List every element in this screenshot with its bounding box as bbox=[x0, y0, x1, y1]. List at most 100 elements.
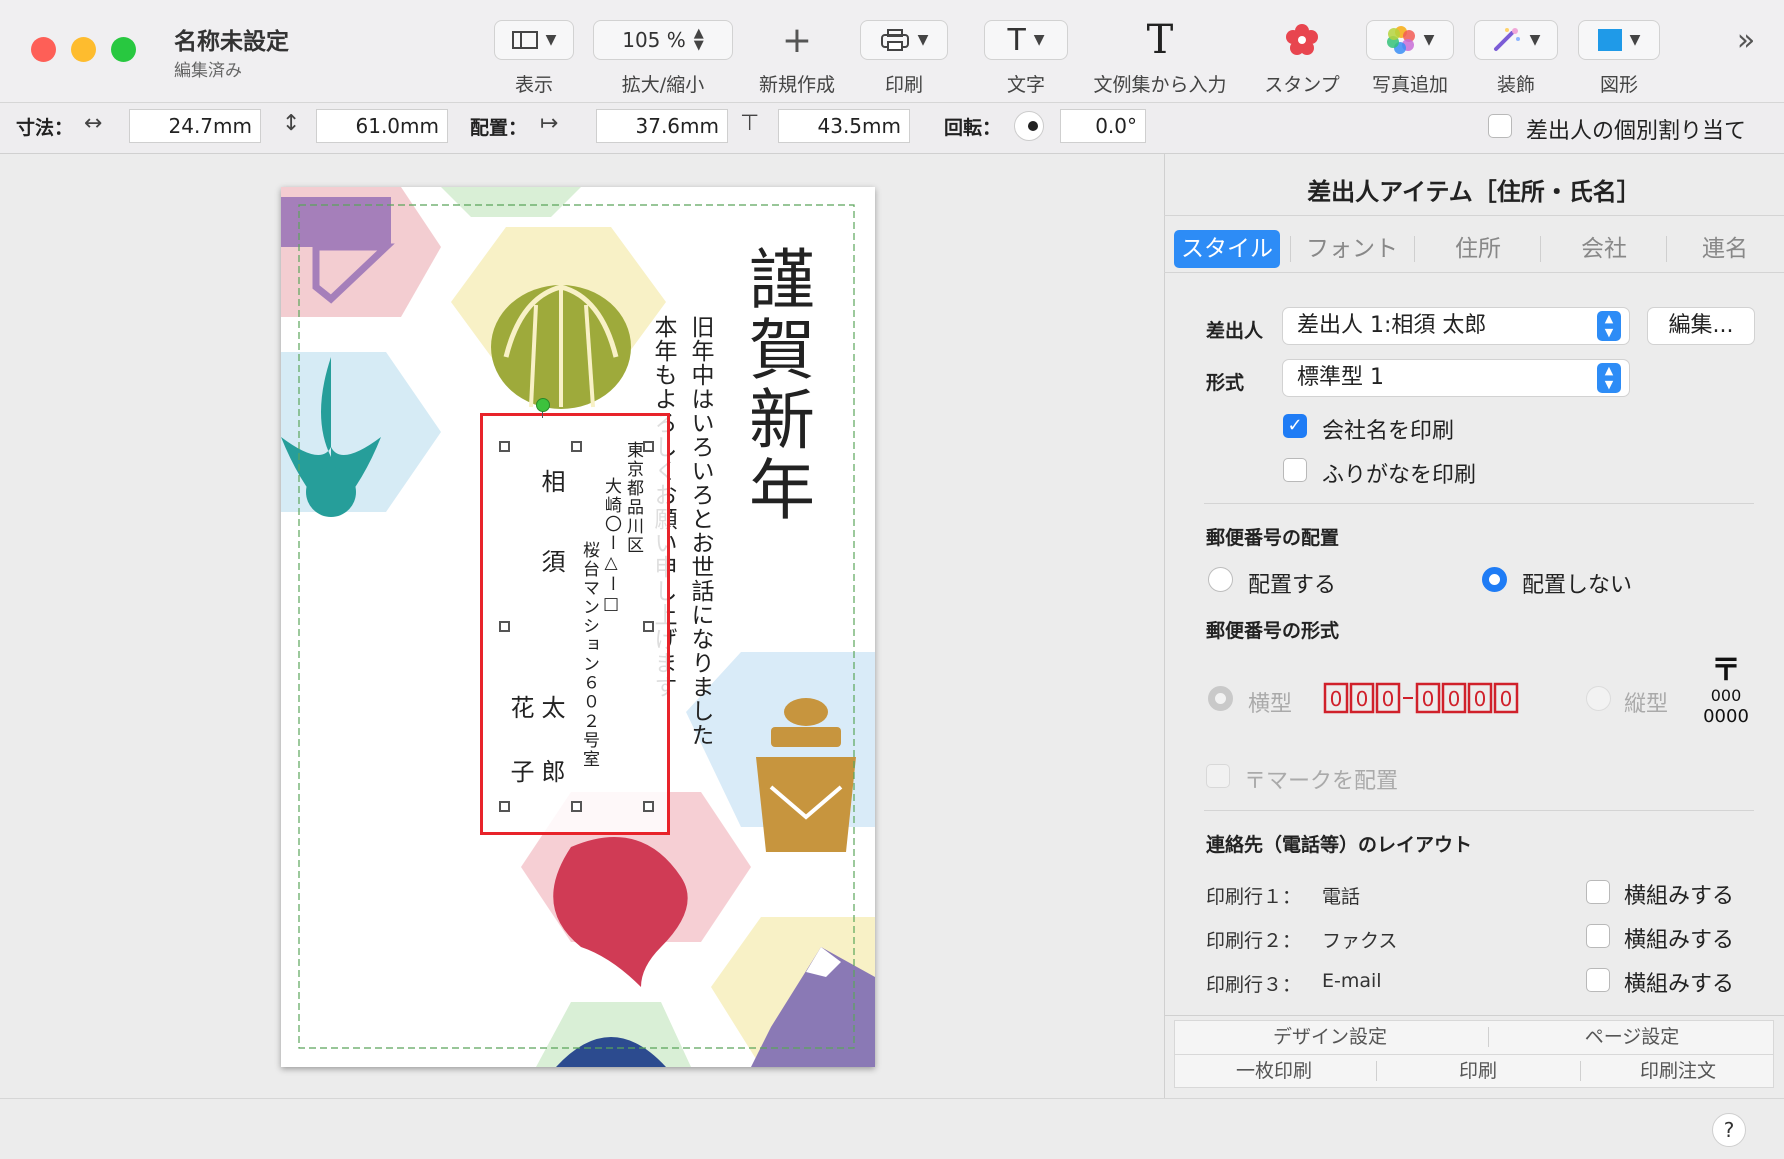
svg-text:0: 0 bbox=[1474, 687, 1487, 711]
pos-y-field[interactable]: 43.5mm bbox=[778, 109, 910, 143]
select-stepper-icon: ▲ ▼ bbox=[1597, 311, 1621, 341]
resize-handle-tr[interactable] bbox=[643, 441, 654, 452]
tab-address[interactable]: 住所 bbox=[1420, 230, 1536, 268]
print-row-3-checkbox[interactable] bbox=[1586, 968, 1610, 992]
divider bbox=[1164, 272, 1784, 273]
chevron-down-icon: ▼ bbox=[917, 32, 929, 48]
format-select[interactable]: 標準型 1 ▲ ▼ bbox=[1282, 359, 1630, 397]
contact-heading: 連絡先（電話等）のレイアウト bbox=[1206, 834, 1473, 856]
rotation-label: 回転： bbox=[944, 117, 1002, 139]
text-button[interactable]: T ▼ bbox=[984, 20, 1068, 60]
knob-dot-icon bbox=[1028, 121, 1038, 131]
svg-text:0: 0 bbox=[1422, 687, 1435, 711]
stamp-button[interactable] bbox=[1262, 20, 1342, 60]
stamp-label: スタンプ bbox=[1264, 74, 1340, 96]
print-furigana-checkbox[interactable] bbox=[1283, 458, 1307, 482]
print-row-1-checkbox[interactable] bbox=[1586, 880, 1610, 904]
resize-handle-br[interactable] bbox=[643, 801, 654, 812]
divider bbox=[1164, 1015, 1784, 1016]
divider bbox=[1164, 215, 1784, 216]
status-bar bbox=[0, 1098, 1784, 1159]
print-row-2-value: ファクス bbox=[1322, 930, 1398, 952]
horizontal-postal-sample-icon: 000 0000 bbox=[1323, 682, 1519, 714]
place-radio[interactable] bbox=[1208, 567, 1233, 592]
print-button[interactable]: ▼ bbox=[860, 20, 948, 60]
position-label: 配置： bbox=[470, 117, 528, 139]
plus-icon[interactable]: + bbox=[755, 20, 839, 61]
resize-handle-tc[interactable] bbox=[571, 441, 582, 452]
rotation-field[interactable]: 0.0° bbox=[1060, 109, 1146, 143]
print-order-button[interactable]: 印刷注文 bbox=[1582, 1056, 1774, 1086]
close-button[interactable] bbox=[31, 37, 56, 62]
print-all-button[interactable]: 印刷 bbox=[1378, 1056, 1578, 1086]
print-row-3-label: 印刷行３： bbox=[1206, 974, 1302, 996]
design-settings-button[interactable]: デザイン設定 bbox=[1174, 1022, 1486, 1052]
greeting-title[interactable]: 謹賀新年 bbox=[728, 245, 824, 525]
rotation-handle[interactable] bbox=[536, 398, 550, 412]
photo-button[interactable]: ▼ bbox=[1366, 20, 1454, 60]
resize-handle-tl[interactable] bbox=[499, 441, 510, 452]
resize-handle-bl[interactable] bbox=[499, 801, 510, 812]
print-row-2-checkbox[interactable] bbox=[1586, 924, 1610, 948]
pos-x-field[interactable]: 37.6mm bbox=[596, 109, 728, 143]
print-company-checkbox[interactable]: ✓ bbox=[1283, 414, 1307, 438]
resize-handle-mr[interactable] bbox=[643, 621, 654, 632]
view-label: 表示 bbox=[514, 74, 553, 96]
height-field[interactable]: 61.0mm bbox=[316, 109, 448, 143]
tab-separator bbox=[1290, 236, 1291, 262]
divider bbox=[1204, 503, 1754, 504]
stepper-icon[interactable]: ▲ ▼ bbox=[694, 27, 704, 52]
vertical-radio[interactable] bbox=[1586, 686, 1611, 711]
place-label: 配置する bbox=[1248, 573, 1337, 598]
page-settings-button[interactable]: ページ設定 bbox=[1490, 1022, 1774, 1052]
single-print-button[interactable]: 一枚印刷 bbox=[1174, 1056, 1374, 1086]
photo-label: 写真追加 bbox=[1371, 74, 1448, 96]
divider bbox=[1204, 810, 1754, 811]
help-button[interactable]: ? bbox=[1712, 1113, 1746, 1147]
horizontal-label: 横型 bbox=[1248, 692, 1293, 717]
chevron-down-icon: ▼ bbox=[545, 32, 557, 48]
horizontal-radio[interactable] bbox=[1208, 686, 1233, 711]
tab-separator bbox=[1540, 236, 1541, 262]
phrase-icon[interactable]: T bbox=[1120, 17, 1200, 63]
rotation-knob[interactable] bbox=[1014, 111, 1044, 141]
decor-label: 装飾 bbox=[1496, 74, 1535, 96]
greeting-line-1[interactable]: 旧年中はいろいろとお世話になりました bbox=[683, 315, 717, 747]
decor-button[interactable]: ▼ bbox=[1474, 20, 1558, 60]
more-icon[interactable]: » bbox=[1726, 20, 1766, 60]
y-position-icon: ⊤ bbox=[740, 111, 760, 136]
zoom-value: 105 % bbox=[622, 28, 686, 52]
text-icon: T bbox=[1007, 22, 1026, 58]
tab-joint-name[interactable]: 連名 bbox=[1670, 230, 1780, 268]
zoom-control[interactable]: 105 % ▲ ▼ bbox=[593, 20, 733, 60]
edit-button[interactable]: 編集... bbox=[1647, 307, 1755, 345]
sender-select[interactable]: 差出人 1:相須 太郎 ▲ ▼ bbox=[1282, 307, 1630, 345]
postal-mark-checkbox[interactable] bbox=[1206, 764, 1230, 788]
tab-company[interactable]: 会社 bbox=[1546, 230, 1662, 268]
shape-button[interactable]: ▼ bbox=[1578, 20, 1660, 60]
sender-select-value: 差出人 1:相須 太郎 bbox=[1297, 313, 1487, 338]
tab-style[interactable]: スタイル bbox=[1174, 230, 1280, 268]
tab-separator bbox=[1414, 236, 1415, 262]
divider bbox=[1580, 1061, 1581, 1081]
width-field[interactable]: 24.7mm bbox=[129, 109, 261, 143]
print-row-2-option: 横組みする bbox=[1624, 928, 1735, 953]
no-place-radio[interactable] bbox=[1482, 567, 1507, 592]
print-row-1-option: 横組みする bbox=[1624, 884, 1735, 909]
window-title: 名称未設定 bbox=[174, 29, 289, 55]
divider bbox=[1376, 1061, 1377, 1081]
individual-assign-checkbox[interactable] bbox=[1488, 114, 1512, 138]
minimize-button[interactable] bbox=[71, 37, 96, 62]
zoom-window-button[interactable] bbox=[111, 37, 136, 62]
tab-font[interactable]: フォント bbox=[1294, 230, 1410, 268]
divider bbox=[1488, 1027, 1489, 1047]
svg-text:0: 0 bbox=[1500, 687, 1513, 711]
view-button[interactable]: ▼ bbox=[494, 20, 574, 60]
resize-handle-ml[interactable] bbox=[499, 621, 510, 632]
vertical-postal-sample: 〒 000 0000 bbox=[1698, 656, 1754, 726]
resize-handle-bc[interactable] bbox=[571, 801, 582, 812]
postal-layout-heading: 郵便番号の配置 bbox=[1206, 527, 1340, 549]
print-furigana-label: ふりがなを印刷 bbox=[1322, 463, 1477, 488]
postal-format-heading: 郵便番号の形式 bbox=[1206, 620, 1340, 642]
postcard[interactable]: 謹賀新年 旧年中はいろいろとお世話になりました 本年もよろしくお願い申し上げます… bbox=[281, 187, 875, 1067]
